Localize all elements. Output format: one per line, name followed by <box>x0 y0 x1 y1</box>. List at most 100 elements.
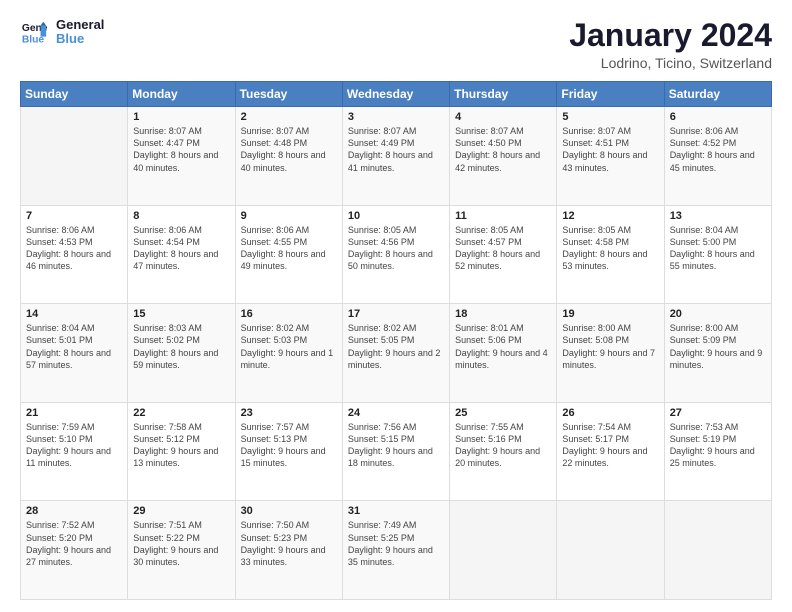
day-info: Sunrise: 8:04 AMSunset: 5:01 PMDaylight:… <box>26 322 122 371</box>
day-cell: 16 Sunrise: 8:02 AMSunset: 5:03 PMDayligh… <box>235 304 342 403</box>
day-cell <box>664 501 771 600</box>
weekday-saturday: Saturday <box>664 82 771 107</box>
day-cell: 7Sunrise: 8:06 AMSunset: 4:53 PMDaylight… <box>21 205 128 304</box>
day-number: 14 <box>26 308 122 320</box>
day-cell: 31 Sunrise: 7:49 AMSunset: 5:25 PMDayligh… <box>342 501 449 600</box>
day-number: 5 <box>562 111 658 123</box>
calendar-header: SundayMondayTuesdayWednesdayThursdayFrid… <box>21 82 772 107</box>
day-cell: 9 Sunrise: 8:06 AMSunset: 4:55 PMDaylight… <box>235 205 342 304</box>
day-number: 10 <box>348 210 444 222</box>
calendar-table: SundayMondayTuesdayWednesdayThursdayFrid… <box>20 81 772 600</box>
day-info: Sunrise: 8:06 AMSunset: 4:55 PMDaylight:… <box>241 224 337 273</box>
day-info: Sunrise: 8:07 AMSunset: 4:50 PMDaylight:… <box>455 125 551 174</box>
day-number: 20 <box>670 308 766 320</box>
weekday-monday: Monday <box>128 82 235 107</box>
day-number: 8 <box>133 210 229 222</box>
day-cell: 29 Sunrise: 7:51 AMSunset: 5:22 PMDayligh… <box>128 501 235 600</box>
day-number: 19 <box>562 308 658 320</box>
day-info: Sunrise: 8:07 AMSunset: 4:48 PMDaylight:… <box>241 125 337 174</box>
day-cell: 13 Sunrise: 8:04 AMSunset: 5:00 PMDayligh… <box>664 205 771 304</box>
calendar-page: General Blue General Blue January 2024 L… <box>0 0 792 612</box>
calendar-title: January 2024 <box>569 18 772 53</box>
week-row-3: 14 Sunrise: 8:04 AMSunset: 5:01 PMDayligh… <box>21 304 772 403</box>
day-info: Sunrise: 8:07 AMSunset: 4:49 PMDaylight:… <box>348 125 444 174</box>
weekday-friday: Friday <box>557 82 664 107</box>
day-cell: 12 Sunrise: 8:05 AMSunset: 4:58 PMDayligh… <box>557 205 664 304</box>
week-row-2: 7Sunrise: 8:06 AMSunset: 4:53 PMDaylight… <box>21 205 772 304</box>
weekday-tuesday: Tuesday <box>235 82 342 107</box>
day-info: Sunrise: 7:57 AMSunset: 5:13 PMDaylight:… <box>241 421 337 470</box>
weekday-sunday: Sunday <box>21 82 128 107</box>
day-cell: 3Sunrise: 8:07 AMSunset: 4:49 PMDaylight… <box>342 107 449 206</box>
title-block: January 2024 Lodrino, Ticino, Switzerlan… <box>569 18 772 71</box>
logo-text-blue: Blue <box>56 32 104 46</box>
day-info: Sunrise: 8:03 AMSunset: 5:02 PMDaylight:… <box>133 322 229 371</box>
day-number: 11 <box>455 210 551 222</box>
day-cell: 14 Sunrise: 8:04 AMSunset: 5:01 PMDayligh… <box>21 304 128 403</box>
day-number: 31 <box>348 505 444 517</box>
day-info: Sunrise: 7:49 AMSunset: 5:25 PMDaylight:… <box>348 519 444 568</box>
day-cell: 5Sunrise: 8:07 AMSunset: 4:51 PMDaylight… <box>557 107 664 206</box>
day-number: 7 <box>26 210 122 222</box>
day-info: Sunrise: 7:52 AMSunset: 5:20 PMDaylight:… <box>26 519 122 568</box>
day-cell: 15 Sunrise: 8:03 AMSunset: 5:02 PMDayligh… <box>128 304 235 403</box>
day-info: Sunrise: 7:54 AMSunset: 5:17 PMDaylight:… <box>562 421 658 470</box>
day-number: 21 <box>26 407 122 419</box>
day-number: 23 <box>241 407 337 419</box>
day-cell: 30 Sunrise: 7:50 AMSunset: 5:23 PMDayligh… <box>235 501 342 600</box>
day-number: 16 <box>241 308 337 320</box>
day-info: Sunrise: 8:05 AMSunset: 4:57 PMDaylight:… <box>455 224 551 273</box>
day-cell: 26 Sunrise: 7:54 AMSunset: 5:17 PMDayligh… <box>557 402 664 501</box>
day-cell: 18 Sunrise: 8:01 AMSunset: 5:06 PMDayligh… <box>450 304 557 403</box>
day-cell: 10 Sunrise: 8:05 AMSunset: 4:56 PMDayligh… <box>342 205 449 304</box>
day-info: Sunrise: 7:59 AMSunset: 5:10 PMDaylight:… <box>26 421 122 470</box>
calendar-subtitle: Lodrino, Ticino, Switzerland <box>569 55 772 71</box>
day-number: 12 <box>562 210 658 222</box>
day-cell <box>450 501 557 600</box>
day-cell: 17Sunrise: 8:02 AMSunset: 5:05 PMDayligh… <box>342 304 449 403</box>
day-info: Sunrise: 7:50 AMSunset: 5:23 PMDaylight:… <box>241 519 337 568</box>
day-number: 4 <box>455 111 551 123</box>
day-info: Sunrise: 8:02 AMSunset: 5:03 PMDaylight:… <box>241 322 337 371</box>
weekday-header-row: SundayMondayTuesdayWednesdayThursdayFrid… <box>21 82 772 107</box>
day-number: 29 <box>133 505 229 517</box>
day-info: Sunrise: 8:05 AMSunset: 4:56 PMDaylight:… <box>348 224 444 273</box>
day-cell <box>21 107 128 206</box>
day-number: 18 <box>455 308 551 320</box>
day-cell: 19 Sunrise: 8:00 AMSunset: 5:08 PMDayligh… <box>557 304 664 403</box>
day-number: 13 <box>670 210 766 222</box>
day-info: Sunrise: 8:00 AMSunset: 5:08 PMDaylight:… <box>562 322 658 371</box>
day-cell: 8Sunrise: 8:06 AMSunset: 4:54 PMDaylight… <box>128 205 235 304</box>
day-info: Sunrise: 8:01 AMSunset: 5:06 PMDaylight:… <box>455 322 551 371</box>
day-number: 6 <box>670 111 766 123</box>
day-cell <box>557 501 664 600</box>
logo-icon: General Blue <box>20 18 48 46</box>
day-cell: 22Sunrise: 7:58 AMSunset: 5:12 PMDayligh… <box>128 402 235 501</box>
day-info: Sunrise: 8:05 AMSunset: 4:58 PMDaylight:… <box>562 224 658 273</box>
day-number: 25 <box>455 407 551 419</box>
day-cell: 23 Sunrise: 7:57 AMSunset: 5:13 PMDayligh… <box>235 402 342 501</box>
day-number: 30 <box>241 505 337 517</box>
logo-text-general: General <box>56 18 104 32</box>
day-info: Sunrise: 7:53 AMSunset: 5:19 PMDaylight:… <box>670 421 766 470</box>
day-cell: 28 Sunrise: 7:52 AMSunset: 5:20 PMDayligh… <box>21 501 128 600</box>
day-cell: 25 Sunrise: 7:55 AMSunset: 5:16 PMDayligh… <box>450 402 557 501</box>
day-cell: 27 Sunrise: 7:53 AMSunset: 5:19 PMDayligh… <box>664 402 771 501</box>
day-info: Sunrise: 8:04 AMSunset: 5:00 PMDaylight:… <box>670 224 766 273</box>
day-cell: 1Sunrise: 8:07 AMSunset: 4:47 PMDaylight… <box>128 107 235 206</box>
day-number: 1 <box>133 111 229 123</box>
day-number: 27 <box>670 407 766 419</box>
day-cell: 20Sunrise: 8:00 AMSunset: 5:09 PMDayligh… <box>664 304 771 403</box>
day-number: 26 <box>562 407 658 419</box>
day-cell: 4 Sunrise: 8:07 AMSunset: 4:50 PMDaylight… <box>450 107 557 206</box>
logo: General Blue General Blue <box>20 18 104 47</box>
day-number: 22 <box>133 407 229 419</box>
day-number: 15 <box>133 308 229 320</box>
day-cell: 24Sunrise: 7:56 AMSunset: 5:15 PMDayligh… <box>342 402 449 501</box>
day-info: Sunrise: 7:51 AMSunset: 5:22 PMDaylight:… <box>133 519 229 568</box>
weekday-thursday: Thursday <box>450 82 557 107</box>
day-number: 28 <box>26 505 122 517</box>
day-cell: 21 Sunrise: 7:59 AMSunset: 5:10 PMDayligh… <box>21 402 128 501</box>
day-number: 9 <box>241 210 337 222</box>
day-info: Sunrise: 7:55 AMSunset: 5:16 PMDaylight:… <box>455 421 551 470</box>
